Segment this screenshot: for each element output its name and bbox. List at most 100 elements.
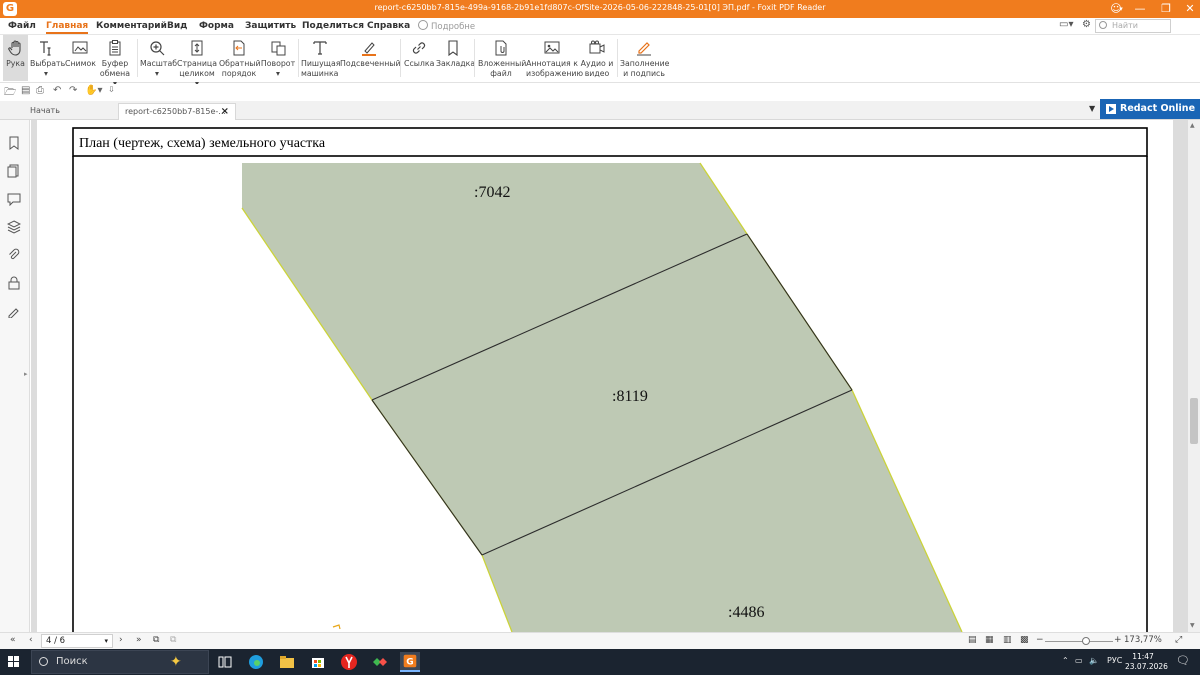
microsoft-store-icon[interactable] [308, 652, 328, 672]
tab-start[interactable]: Начать [24, 103, 116, 120]
continuous-view-icon[interactable]: ▦ [985, 635, 994, 645]
restore-icon[interactable]: ❐ [1156, 1, 1176, 17]
settings-gear-icon[interactable]: ⚙ [1082, 19, 1091, 30]
menu-share[interactable]: Поделиться [302, 21, 364, 31]
volume-icon[interactable]: 🔈 [1089, 656, 1099, 665]
file-explorer-icon[interactable] [277, 652, 297, 672]
zoom-in-icon[interactable]: + [1114, 635, 1122, 645]
highlight-button[interactable]: Подсвеченный [340, 35, 401, 81]
close-window-icon[interactable]: ✕ [1180, 1, 1200, 17]
open-folder-icon[interactable]: 🗁 [4, 85, 16, 102]
yandex-browser-icon[interactable] [339, 652, 359, 672]
menu-view[interactable]: Вид [167, 21, 187, 31]
task-view-icon[interactable] [215, 652, 235, 672]
menu-home[interactable]: Главная [46, 21, 89, 34]
app-diamond-icon[interactable] [370, 652, 390, 672]
attachments-panel-icon[interactable] [7, 248, 21, 262]
account-dropdown-icon[interactable]: ▾ [1116, 1, 1126, 17]
layers-panel-icon[interactable] [7, 220, 21, 234]
scrollbar-thumb[interactable] [1190, 398, 1198, 444]
undo-icon[interactable]: ↶ [53, 85, 61, 96]
previous-page-icon[interactable]: ‹ [29, 635, 33, 645]
first-page-icon[interactable]: « [10, 635, 16, 645]
fit-page-button[interactable]: Страница целиком ▾ [177, 35, 217, 88]
language-indicator[interactable]: РУС [1107, 656, 1122, 665]
image-annotation-button[interactable]: Аннотация к изображению [526, 35, 583, 81]
redo-icon[interactable]: ↷ [69, 85, 77, 96]
menu-help[interactable]: Справка [367, 21, 410, 31]
minimize-icon[interactable]: — [1130, 1, 1150, 17]
customize-toolbar-icon[interactable]: ⇩ [108, 85, 115, 94]
notifications-icon[interactable]: 🗨 [1176, 654, 1190, 667]
zoom-button[interactable]: Масштаб ▾ [140, 35, 177, 81]
network-icon[interactable]: ▭ [1075, 656, 1083, 665]
attach-file-button[interactable]: Вложенный файл [478, 35, 526, 81]
bookmarks-panel-icon[interactable] [7, 136, 21, 150]
typewriter-button[interactable]: Пишущая машинка [301, 35, 341, 81]
find-input[interactable]: Найти [1095, 19, 1171, 33]
hand-tool-label: Рука [6, 59, 25, 68]
fill-sign-icon [637, 42, 651, 56]
save-icon[interactable]: ▤ [21, 85, 30, 96]
system-clock[interactable]: 11:47 23.07.2026 [1125, 652, 1168, 672]
attachment-file-icon [495, 40, 507, 56]
edge-browser-icon[interactable] [246, 652, 266, 672]
fullscreen-icon[interactable]: ⤢ [1175, 635, 1182, 645]
zoom-level[interactable]: 173,77% [1124, 635, 1162, 645]
menu-comment[interactable]: Комментарий [96, 21, 167, 31]
tell-me-search[interactable]: Подробне [418, 20, 475, 32]
scroll-up-icon[interactable]: ▲ [1190, 122, 1195, 129]
menu-protect[interactable]: Защитить [245, 21, 296, 31]
split-view-icon[interactable]: ⧉ [170, 635, 176, 645]
redact-online-button[interactable]: Redact Online [1100, 99, 1200, 119]
comments-panel-icon[interactable] [7, 192, 21, 206]
facing-view-icon[interactable]: ▥ [1003, 635, 1012, 645]
hand-mode-icon[interactable]: ✋▾ [85, 85, 102, 96]
fill-sign-button[interactable]: Заполнение и подпись [620, 35, 669, 81]
zoom-slider-track[interactable] [1045, 641, 1113, 642]
document-viewport[interactable]: План (чертеж, схема) земельного участка … [31, 120, 1188, 632]
single-page-view-icon[interactable]: ▤ [968, 635, 977, 645]
select-label: Выбрать ▾ [30, 59, 66, 78]
print-icon[interactable]: ⎙ [36, 85, 44, 96]
pdf-page: План (чертеж, схема) земельного участка … [37, 120, 1173, 632]
status-bar: « ‹ 4 / 6 ▾ › » ⧉ ⧉ ▤ ▦ ▥ ▩ − + 173,77% ⤢ [0, 632, 1200, 649]
tab-list-dropdown-icon[interactable]: ▼ [1089, 104, 1095, 113]
bookmark-button[interactable]: Закладка [436, 35, 475, 81]
foxit-reader-taskbar-icon[interactable]: G [400, 652, 420, 672]
clipboard-button[interactable]: Буфер обмена ▾ [97, 35, 133, 88]
vertical-scrollbar[interactable]: ▲ ▼ [1188, 120, 1200, 632]
security-panel-icon[interactable] [7, 276, 21, 290]
continuous-facing-icon[interactable]: ▩ [1020, 635, 1029, 645]
windows-start-icon[interactable] [8, 656, 20, 668]
taskbar-search-box[interactable]: Поиск ✦ [31, 650, 209, 674]
snapshot-button[interactable]: Снимок [65, 35, 96, 81]
next-page-icon[interactable]: › [119, 635, 123, 645]
hand-tool-button[interactable]: Рука [3, 35, 28, 81]
signature-panel-icon[interactable] [7, 304, 21, 318]
page-dropdown-icon[interactable]: ▾ [104, 635, 108, 647]
page-number-input[interactable]: 4 / 6 ▾ [41, 634, 113, 648]
expand-panel-icon[interactable]: ▸ [24, 370, 28, 378]
land-plot-drawing: План (чертеж, схема) земельного участка … [72, 127, 1148, 632]
navigation-panel: ▸ [0, 120, 30, 632]
audio-video-button[interactable]: Аудио и видео [580, 35, 614, 81]
reverse-order-button[interactable]: Обратный порядок [219, 35, 261, 81]
rotate-button[interactable]: Поворот ▾ [260, 35, 296, 81]
select-button[interactable]: Выбрать ▾ [30, 35, 66, 81]
typewriter-label: Пишущая машинка [301, 59, 341, 78]
last-page-icon[interactable]: » [136, 635, 142, 645]
zoom-slider-knob[interactable] [1082, 637, 1090, 645]
zoom-out-icon[interactable]: − [1036, 635, 1044, 645]
pages-panel-icon[interactable] [7, 164, 21, 178]
tray-expand-icon[interactable]: ⌃ [1062, 656, 1069, 665]
copy-view-icon[interactable]: ⧉ [153, 635, 159, 645]
tab-document[interactable]: report-c6250bb7-815e-... × [118, 103, 236, 120]
link-button[interactable]: Ссылка [404, 35, 434, 81]
menu-form[interactable]: Форма [199, 21, 234, 31]
menu-file[interactable]: Файл [8, 21, 36, 31]
scroll-down-icon[interactable]: ▼ [1190, 622, 1195, 629]
tab-document-label: report-c6250bb7-815e-... [125, 107, 226, 116]
close-tab-icon[interactable]: × [221, 106, 229, 117]
layout-toggle-icon[interactable]: ▭▾ [1059, 19, 1073, 30]
